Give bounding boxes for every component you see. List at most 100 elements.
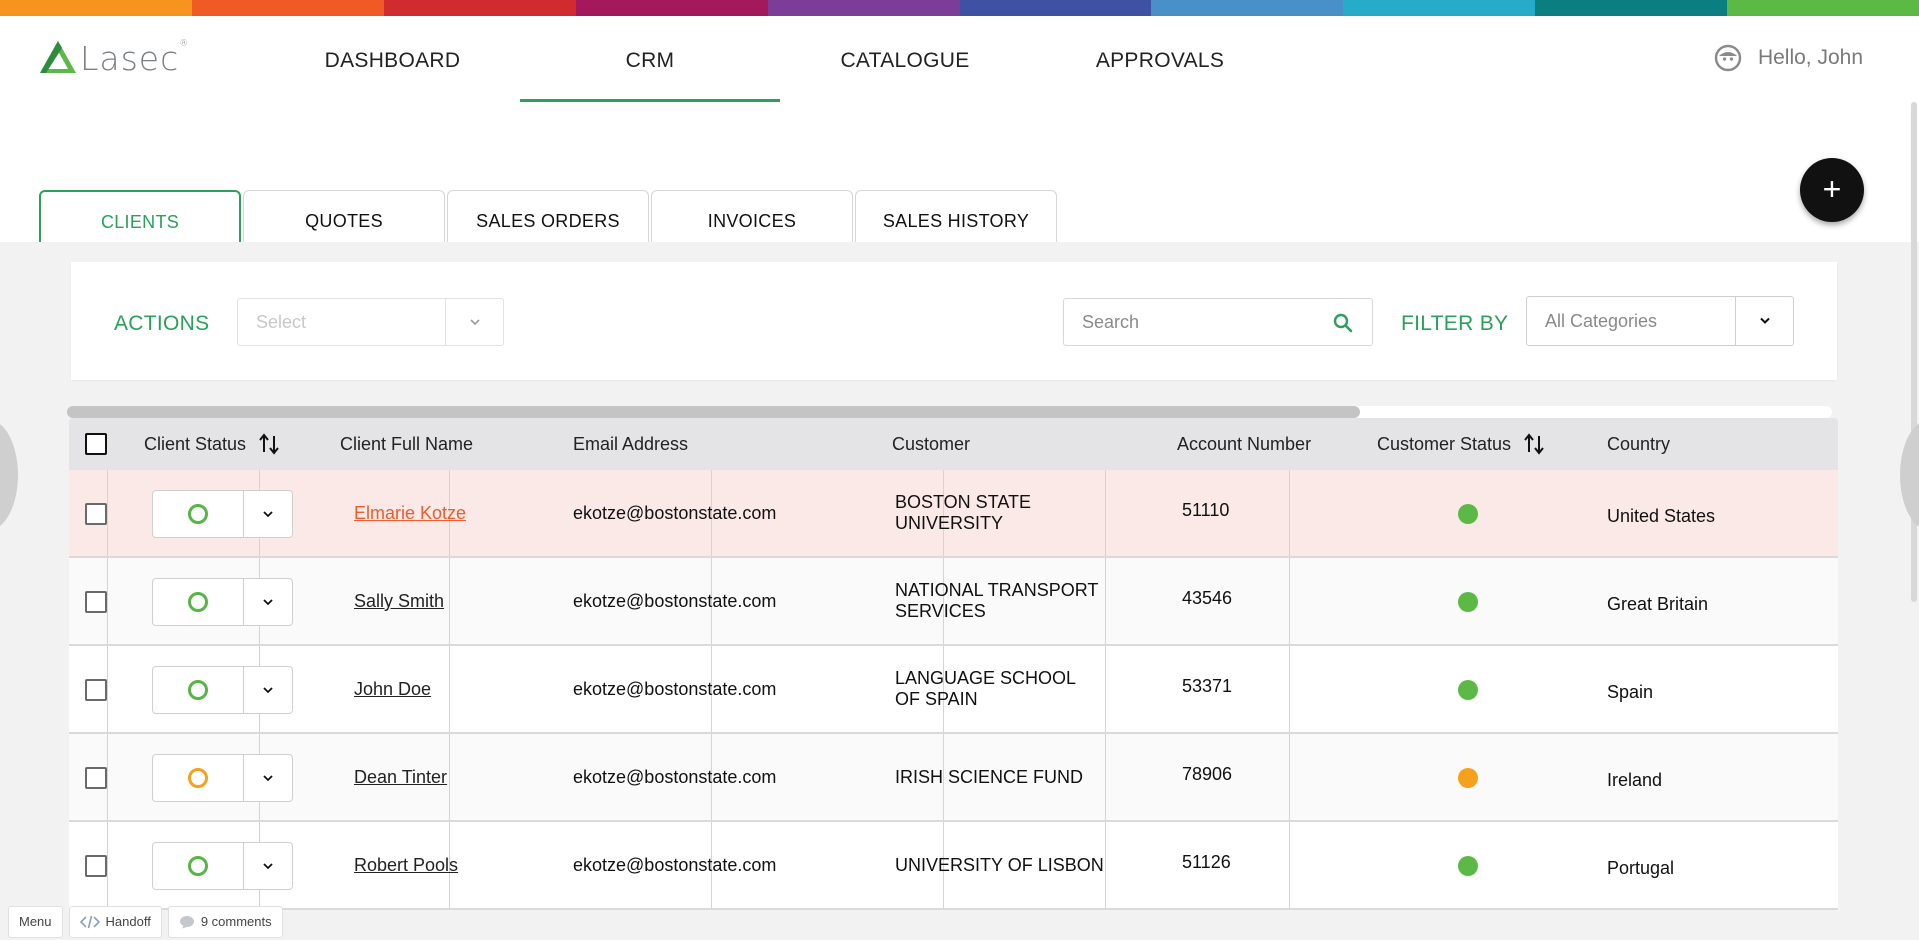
horizontal-scrollbar[interactable] [67, 406, 1832, 418]
client-status-dropdown-toggle[interactable] [243, 843, 292, 889]
row-checkbox[interactable] [85, 503, 107, 525]
category-dropdown-toggle[interactable] [1735, 297, 1793, 345]
column-divider [107, 822, 108, 908]
nav-approvals[interactable]: APPROVALS [1080, 16, 1240, 102]
client-status-select[interactable] [152, 490, 293, 538]
search-input[interactable] [1064, 299, 1304, 345]
select-all-checkbox[interactable] [85, 433, 107, 455]
menu-button[interactable]: Menu [8, 906, 63, 938]
customer-name: IRISH SCIENCE FUND [895, 767, 1084, 787]
column-customer-status[interactable]: Customer Status [1377, 418, 1545, 470]
column-divider [1289, 558, 1290, 644]
brand-color-segment [1151, 0, 1344, 16]
brand-color-segment [1343, 0, 1536, 16]
chevron-down-icon [263, 863, 273, 870]
country: Great Britain [1607, 594, 1709, 614]
row-checkbox[interactable] [85, 767, 107, 789]
column-divider [1105, 734, 1106, 820]
column-divider [107, 734, 108, 820]
customer-name: UNIVERSITY OF LISBON [895, 855, 1104, 875]
column-divider [1105, 822, 1106, 908]
client-status-dropdown-toggle[interactable] [243, 491, 292, 537]
column-divider [1105, 558, 1106, 644]
table-body: Elmarie Kotze ekotze@bostonstate.com BOS… [69, 470, 1838, 910]
user-menu[interactable]: Hello, John [1714, 44, 1863, 72]
column-client-status[interactable]: Client Status [144, 418, 280, 470]
table-row[interactable]: Dean Tinter ekotze@bostonstate.com IRISH… [69, 734, 1838, 822]
chevron-down-icon [263, 599, 273, 606]
table-row[interactable]: Elmarie Kotze ekotze@bostonstate.com BOS… [69, 470, 1838, 558]
table-row[interactable]: John Doe ekotze@bostonstate.com LANGUAGE… [69, 646, 1838, 734]
row-checkbox[interactable] [85, 855, 107, 877]
clients-table: Client Status Client Full Name Email Add… [69, 418, 1838, 910]
add-button[interactable]: + [1800, 158, 1864, 222]
client-name-link[interactable]: John Doe [354, 679, 431, 700]
tab-clients[interactable]: CLIENTS [39, 190, 241, 242]
client-name-link[interactable]: Dean Tinter [354, 767, 447, 788]
toolbar-panel: ACTIONS Select FILTER BY All Categories [71, 262, 1837, 380]
tab-quotes[interactable]: QUOTES [243, 190, 445, 242]
tab-sales-history[interactable]: SALES HISTORY [855, 190, 1057, 242]
nav-crm[interactable]: CRM [520, 16, 780, 104]
customer-name: NATIONAL TRANSPORT SERVICES [895, 580, 1099, 621]
actions-dropdown-toggle[interactable] [445, 299, 503, 345]
status-ring-icon [188, 680, 208, 700]
category-filter-select[interactable]: All Categories [1526, 296, 1794, 346]
comment-bubble-icon [179, 916, 194, 929]
horizontal-scrollbar-thumb[interactable] [67, 406, 1360, 418]
client-name[interactable]: Dean Tinter [354, 767, 447, 787]
customer-status-dot [1458, 768, 1478, 788]
client-status-dropdown-toggle[interactable] [243, 579, 292, 625]
client-name-link[interactable]: Sally Smith [354, 591, 444, 612]
account-number: 43546 [1182, 588, 1233, 608]
client-name[interactable]: Elmarie Kotze [354, 503, 466, 523]
brand-color-segment [575, 0, 768, 16]
client-status-indicator [153, 667, 243, 713]
client-status-dropdown-toggle[interactable] [243, 755, 292, 801]
scroll-left-handle[interactable] [0, 420, 18, 530]
sort-icon[interactable] [258, 432, 280, 456]
scroll-right-handle[interactable] [1900, 420, 1919, 530]
column-divider [449, 558, 450, 644]
client-status-indicator [153, 491, 243, 537]
column-divider [1289, 646, 1290, 732]
nav-dashboard[interactable]: DASHBOARD [300, 16, 485, 102]
lasec-logo[interactable]: Lasec® [38, 38, 189, 78]
user-avatar-icon [1714, 44, 1742, 72]
client-name-link[interactable]: Elmarie Kotze [354, 503, 466, 524]
client-name-link[interactable]: Robert Pools [354, 855, 458, 876]
client-status-select[interactable] [152, 754, 293, 802]
vertical-scrollbar[interactable] [1911, 102, 1917, 602]
column-divider [449, 646, 450, 732]
client-name[interactable]: Sally Smith [354, 591, 444, 611]
tab-invoices[interactable]: INVOICES [651, 190, 853, 242]
comments-button[interactable]: 9 comments [167, 906, 283, 938]
table-row[interactable]: Robert Pools ekotze@bostonstate.com UNIV… [69, 822, 1838, 910]
actions-select[interactable]: Select [237, 298, 504, 346]
handoff-button[interactable]: Handoff [68, 906, 162, 938]
column-email-address: Email Address [573, 434, 689, 454]
customer-name: BOSTON STATE UNIVERSITY [895, 492, 1032, 533]
column-divider [107, 646, 108, 732]
client-status-select[interactable] [152, 666, 293, 714]
lasec-logo-icon [40, 41, 76, 73]
nav-catalogue[interactable]: CATALOGUE [810, 16, 1000, 102]
client-status-indicator [153, 843, 243, 889]
country: United States [1607, 506, 1716, 526]
row-checkbox[interactable] [85, 591, 107, 613]
code-icon [79, 915, 100, 929]
bottom-utility-bar: Menu Handoff 9 comments [8, 906, 283, 938]
tab-sales-orders[interactable]: SALES ORDERS [447, 190, 649, 242]
client-status-select[interactable] [152, 578, 293, 626]
sort-icon[interactable] [1523, 432, 1545, 456]
client-status-dropdown-toggle[interactable] [243, 667, 292, 713]
row-checkbox[interactable] [85, 679, 107, 701]
search-field[interactable] [1063, 298, 1373, 346]
client-name[interactable]: Robert Pools [354, 855, 458, 875]
client-status-select[interactable] [152, 842, 293, 890]
client-name[interactable]: John Doe [354, 679, 431, 699]
table-row[interactable]: Sally Smith ekotze@bostonstate.com NATIO… [69, 558, 1838, 646]
chevron-down-icon [263, 687, 273, 694]
brand-color-segment [959, 0, 1152, 16]
search-icon[interactable] [1332, 312, 1354, 334]
